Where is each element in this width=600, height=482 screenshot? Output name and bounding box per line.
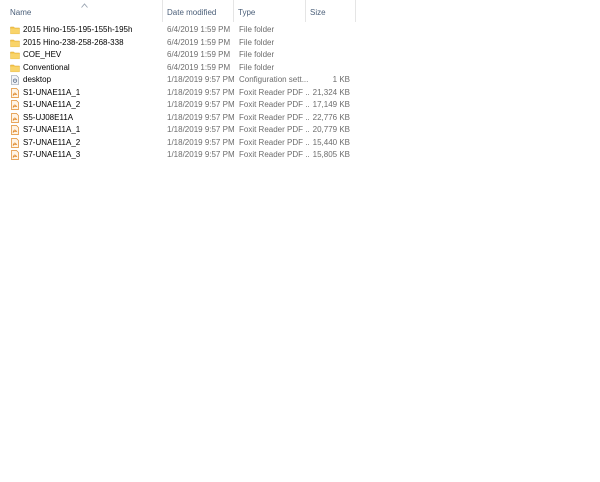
file-name: Conventional	[23, 62, 70, 72]
file-name: COE_HEV	[23, 50, 62, 59]
file-type: Foxit Reader PDF ...	[239, 150, 309, 159]
file-type: File folder	[239, 25, 275, 34]
file-size	[300, 37, 350, 50]
sort-ascending-icon	[81, 3, 88, 8]
list-item[interactable]: Conventional 6/4/2019 1:59 PM File folder	[0, 62, 600, 75]
pdf-file-icon	[10, 87, 20, 98]
file-name: 2015 Hino-155-195-155h-195h	[23, 25, 133, 34]
file-date-modified: 1/18/2019 9:57 PM	[167, 87, 235, 97]
column-header-size[interactable]: Size	[306, 0, 356, 22]
file-type: Foxit Reader PDF ...	[239, 112, 309, 122]
list-item[interactable]: S7-UNAE11A_2 1/18/2019 9:57 PM Foxit Reade…	[0, 137, 600, 150]
list-item[interactable]: S7-UNAE11A_3 1/18/2019 9:57 PM Foxit Reade…	[0, 149, 600, 162]
list-item[interactable]: S5-UJ08E11A 1/18/2019 9:57 PM Foxit Reader…	[0, 112, 600, 125]
file-type: Foxit Reader PDF ...	[239, 125, 309, 134]
file-date-modified: 1/18/2019 9:57 PM	[167, 137, 235, 147]
file-name: S1-UNAE11A_2	[23, 100, 81, 109]
file-date-modified: 1/18/2019 9:57 PM	[167, 75, 235, 84]
file-name: desktop	[23, 75, 52, 84]
file-name: S7-UNAE11A_1	[23, 125, 81, 134]
column-header-date-modified[interactable]: Date modified	[163, 0, 234, 22]
pdf-file-icon	[10, 125, 20, 135]
pdf-file-icon	[10, 112, 20, 123]
file-name: S1-UNAE11A_1	[23, 87, 81, 97]
file-date-modified: 1/18/2019 9:57 PM	[167, 125, 235, 134]
list-item[interactable]: S1-UNAE11A_2 1/18/2019 9:57 PM Foxit Reade…	[0, 99, 600, 112]
file-date-modified: 1/18/2019 9:57 PM	[167, 100, 235, 109]
file-type: Foxit Reader PDF ...	[239, 137, 309, 147]
file-name: 2015 Hino-238-258-268-338	[23, 37, 124, 47]
file-size: 17,149 KB	[312, 100, 350, 109]
file-size: 15,805 KB	[312, 150, 350, 159]
file-date-modified: 6/4/2019 1:59 PM	[167, 25, 231, 34]
list-item[interactable]: S7-UNAE11A_1 1/18/2019 9:57 PM Foxit Reade…	[0, 124, 600, 137]
list-item[interactable]: S1-UNAE11A_1 1/18/2019 9:57 PM Foxit Reade…	[0, 87, 600, 100]
column-header-type[interactable]: Type	[234, 0, 306, 22]
file-size	[300, 49, 350, 62]
list-item[interactable]: 2015 Hino-155-195-155h-195h 6/4/2019 1:59…	[0, 24, 600, 37]
column-header-bar: Name Date modified Type Size	[0, 0, 600, 22]
pdf-file-icon	[10, 100, 20, 110]
file-size	[300, 24, 350, 37]
pdf-file-icon	[10, 150, 20, 160]
file-size: 21,324 KB	[312, 87, 350, 97]
file-name: S5-UJ08E11A	[23, 112, 74, 122]
file-type: Foxit Reader PDF ...	[239, 100, 309, 109]
file-type: Configuration sett...	[239, 75, 309, 84]
file-name: S7-UNAE11A_2	[23, 137, 81, 147]
file-date-modified: 1/18/2019 9:57 PM	[167, 112, 235, 122]
file-size: 1 KB	[332, 75, 350, 84]
folder-icon	[10, 38, 20, 48]
list-item[interactable]: desktop 1/18/2019 9:57 PM Configuration se…	[0, 74, 600, 87]
file-size: 15,440 KB	[312, 137, 350, 147]
folder-icon	[10, 50, 20, 60]
file-type: File folder	[239, 37, 275, 47]
list-item[interactable]: COE_HEV 6/4/2019 1:59 PM File folder	[0, 49, 600, 62]
config-file-icon	[10, 75, 20, 85]
file-type: File folder	[239, 50, 275, 59]
file-size	[300, 62, 350, 75]
file-list: 2015 Hino-155-195-155h-195h 6/4/2019 1:59…	[0, 24, 600, 162]
file-date-modified: 6/4/2019 1:59 PM	[167, 62, 231, 72]
file-type: File folder	[239, 62, 275, 72]
file-type: Foxit Reader PDF ...	[239, 87, 309, 97]
file-size: 20,779 KB	[312, 125, 350, 134]
file-date-modified: 6/4/2019 1:59 PM	[167, 50, 231, 59]
file-date-modified: 6/4/2019 1:59 PM	[167, 37, 231, 47]
pdf-file-icon	[10, 137, 20, 148]
folder-icon	[10, 25, 20, 35]
list-item[interactable]: 2015 Hino-238-258-268-338 6/4/2019 1:59 P…	[0, 37, 600, 50]
file-size: 22,776 KB	[312, 112, 350, 122]
file-name: S7-UNAE11A_3	[23, 150, 81, 159]
folder-icon	[10, 63, 20, 73]
file-date-modified: 1/18/2019 9:57 PM	[167, 150, 235, 159]
